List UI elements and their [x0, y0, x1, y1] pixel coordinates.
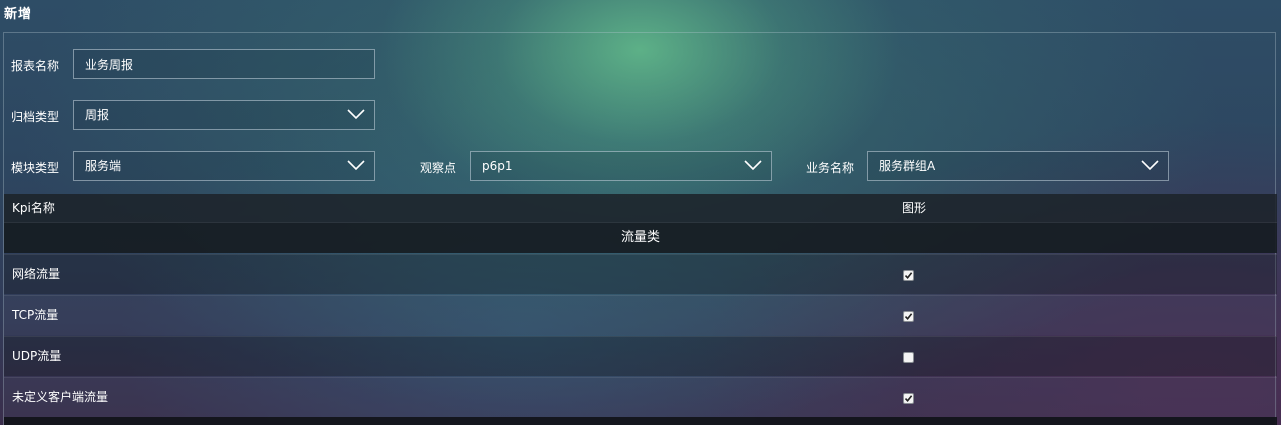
- archive-type-select[interactable]: 周报: [73, 100, 375, 130]
- checkmark-icon: [904, 313, 913, 321]
- business-name-label: 业务名称: [806, 161, 855, 175]
- business-name-value: 服务群组A: [879, 159, 936, 173]
- chevron-down-icon: [347, 109, 365, 120]
- table-footer-bar: [4, 417, 1277, 425]
- checkmark-icon: [904, 395, 913, 403]
- table-row: 网络流量: [4, 254, 1277, 294]
- kpi-name: UDP流量: [12, 349, 62, 363]
- chart-checkbox[interactable]: [903, 270, 914, 281]
- kpi-name: 网络流量: [12, 267, 61, 281]
- chevron-down-icon: [1141, 160, 1159, 171]
- column-header-kpi-name: Kpi名称: [12, 201, 55, 215]
- module-type-select[interactable]: 服务端: [73, 151, 375, 181]
- kpi-group-row: 流量类: [4, 223, 1277, 253]
- module-type-value: 服务端: [85, 159, 122, 173]
- table-row: TCP流量: [4, 295, 1277, 335]
- observation-point-value: p6p1: [482, 159, 513, 173]
- table-row: UDP流量: [4, 336, 1277, 376]
- module-type-label: 模块类型: [11, 161, 60, 175]
- archive-type-label: 归档类型: [11, 110, 60, 124]
- chart-checkbox[interactable]: [903, 352, 914, 363]
- column-header-chart: 图形: [902, 201, 927, 215]
- report-name-label: 报表名称: [11, 59, 60, 73]
- chevron-down-icon: [744, 160, 762, 171]
- chevron-down-icon: [347, 160, 365, 171]
- report-name-input[interactable]: [73, 49, 375, 79]
- kpi-table-header: Kpi名称 图形: [4, 194, 1277, 223]
- observation-point-label: 观察点: [420, 161, 457, 175]
- observation-point-select[interactable]: p6p1: [470, 151, 772, 181]
- page-title: 新增: [4, 7, 33, 22]
- chart-checkbox[interactable]: [903, 311, 914, 322]
- chart-checkbox[interactable]: [903, 393, 914, 404]
- archive-type-value: 周报: [85, 108, 110, 122]
- kpi-name: 未定义客户端流量: [12, 390, 109, 404]
- kpi-name: TCP流量: [12, 308, 59, 322]
- table-row: 未定义客户端流量: [4, 377, 1277, 417]
- business-name-select[interactable]: 服务群组A: [867, 151, 1169, 181]
- checkmark-icon: [904, 272, 913, 280]
